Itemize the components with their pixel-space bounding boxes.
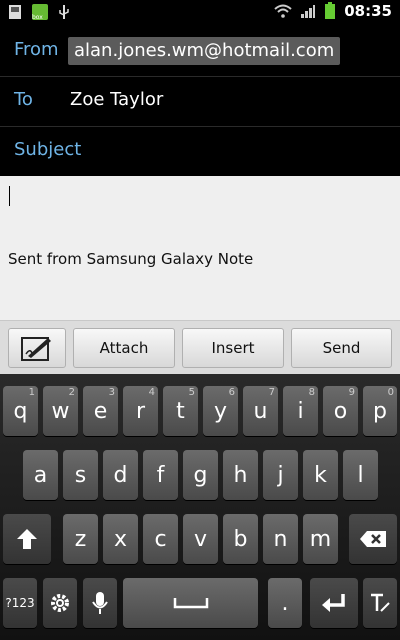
notification-icon-text: box (32, 14, 43, 21)
battery-icon (325, 2, 336, 19)
key-u[interactable]: 7u (243, 386, 278, 436)
key-label: e (93, 398, 108, 424)
key-hint: 7 (268, 387, 275, 398)
symbols-key[interactable]: ?123 (3, 578, 37, 628)
key-f[interactable]: f (143, 450, 178, 500)
enter-icon (322, 594, 345, 612)
key-d[interactable]: d (103, 450, 138, 500)
key-hint: 5 (188, 387, 195, 398)
key-s[interactable]: s (63, 450, 98, 500)
from-label: From (14, 39, 59, 60)
key-r[interactable]: 4r (123, 386, 158, 436)
backspace-icon (360, 531, 386, 547)
key-hint: 4 (148, 387, 155, 398)
key-hint: 1 (28, 387, 35, 398)
key-c[interactable]: c (143, 514, 178, 564)
insert-button[interactable]: Insert (182, 328, 284, 368)
key-hint: 3 (108, 387, 115, 398)
gear-icon (51, 594, 69, 612)
key-x[interactable]: x (103, 514, 138, 564)
key-i[interactable]: 8i (283, 386, 318, 436)
pen-icon (21, 337, 51, 361)
key-label: t (176, 398, 185, 424)
from-account-selector[interactable]: alan.jones.wm@hotmail.com (68, 37, 341, 65)
send-button[interactable]: Send (291, 328, 392, 368)
key-hint: 0 (387, 387, 394, 398)
key-e[interactable]: 3e (83, 386, 118, 436)
key-j[interactable]: j (263, 450, 298, 500)
to-row[interactable]: To Zoe Taylor (0, 76, 400, 127)
text-format-icon (371, 593, 390, 612)
signal-icon (301, 5, 316, 18)
backspace-key[interactable] (349, 514, 397, 564)
key-hint: 9 (348, 387, 355, 398)
settings-key[interactable] (43, 578, 77, 628)
space-icon (173, 598, 208, 609)
key-label: r (135, 398, 146, 424)
compose-header: From alan.jones.wm@hotmail.com To Zoe Ta… (0, 26, 400, 176)
space-key[interactable] (123, 578, 258, 628)
clock: 08:35 (344, 2, 392, 20)
message-body-field[interactable]: Sent from Samsung Galaxy Note (0, 176, 400, 320)
key-t[interactable]: 5t (163, 386, 198, 436)
key-l[interactable]: l (343, 450, 378, 500)
key-n[interactable]: n (263, 514, 298, 564)
key-hint: 2 (68, 387, 75, 398)
key-m[interactable]: m (303, 514, 338, 564)
key-label: q (13, 398, 28, 424)
microphone-icon (92, 592, 108, 614)
key-a[interactable]: a (23, 450, 58, 500)
key-label: u (253, 398, 268, 424)
key-p[interactable]: 0p (363, 386, 397, 436)
shift-key[interactable] (3, 514, 51, 564)
key-label: w (51, 398, 70, 424)
key-w[interactable]: 2w (43, 386, 78, 436)
handwriting-button[interactable] (8, 328, 66, 368)
key-y[interactable]: 6y (203, 386, 238, 436)
wifi-icon (274, 4, 292, 18)
key-label: i (297, 398, 304, 424)
key-b[interactable]: b (223, 514, 258, 564)
key-g[interactable]: g (183, 450, 218, 500)
text-options-key[interactable] (363, 578, 397, 628)
keyboard: 1q 2w 3e 4r 5t 6y 7u 8i 9o 0p a s d f g … (0, 374, 400, 640)
from-row: From alan.jones.wm@hotmail.com (0, 26, 400, 77)
key-hint: 6 (228, 387, 235, 398)
attach-button[interactable]: Attach (73, 328, 175, 368)
notification-icon: box (32, 4, 48, 21)
key-v[interactable]: v (183, 514, 218, 564)
period-key[interactable]: . (268, 578, 302, 628)
key-z[interactable]: z (63, 514, 98, 564)
voice-input-key[interactable] (83, 578, 117, 628)
sd-card-icon (9, 5, 21, 19)
key-q[interactable]: 1q (3, 386, 38, 436)
key-label: y (213, 398, 228, 424)
key-k[interactable]: k (303, 450, 338, 500)
text-cursor (9, 186, 10, 206)
key-o[interactable]: 9o (323, 386, 358, 436)
enter-key[interactable] (310, 578, 358, 628)
shift-icon (17, 529, 37, 549)
key-label: o (333, 398, 348, 424)
status-bar: box 08:35 (0, 0, 400, 26)
usb-icon (59, 5, 69, 19)
compose-toolbar: Attach Insert Send (0, 320, 400, 375)
key-hint: 8 (308, 387, 315, 398)
to-recipient[interactable]: Zoe Taylor (70, 89, 163, 110)
key-label: p (373, 398, 387, 424)
to-label: To (14, 89, 33, 110)
signature-text: Sent from Samsung Galaxy Note (8, 250, 254, 268)
key-h[interactable]: h (223, 450, 258, 500)
subject-field[interactable]: Subject (0, 126, 400, 176)
subject-label: Subject (14, 139, 82, 160)
